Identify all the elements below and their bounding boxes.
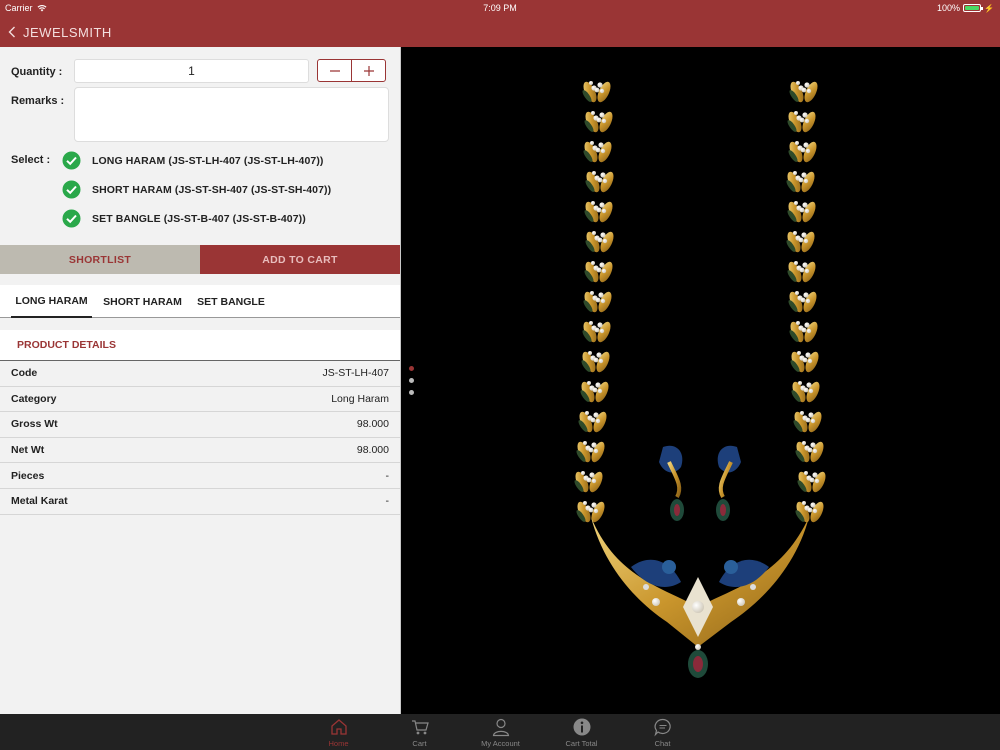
app-title[interactable]: JEWELSMITH	[23, 25, 112, 40]
tabbar-chat[interactable]: Chat	[622, 714, 703, 750]
back-chevron-icon[interactable]	[8, 26, 16, 38]
tabbar-my-account[interactable]: My Account	[460, 714, 541, 750]
detail-key: Net Wt	[11, 444, 45, 457]
option-set-bangle[interactable]: SET BANGLE (JS-ST-B-407 (JS-ST-B-407))	[62, 209, 306, 228]
cart-icon	[411, 720, 429, 735]
option-label: LONG HARAM (JS-ST-LH-407 (JS-ST-LH-407))	[92, 154, 324, 167]
home-icon	[330, 719, 347, 735]
detail-value: JS-ST-LH-407	[322, 367, 389, 380]
status-battery: 100% ⚡	[937, 3, 994, 13]
check-circle-icon[interactable]	[62, 151, 81, 170]
charging-icon: ⚡	[984, 3, 994, 13]
tab-set-bangle[interactable]: SET BANGLE	[195, 285, 267, 318]
detail-key: Category	[11, 392, 57, 405]
detail-key: Code	[11, 367, 38, 380]
right-strand	[784, 79, 829, 525]
detail-row-net-wt: Net Wt 98.000	[0, 438, 400, 464]
option-label: SET BANGLE (JS-ST-B-407 (JS-ST-B-407))	[92, 212, 306, 225]
remarks-textarea[interactable]	[74, 87, 389, 142]
tab-short-haram[interactable]: SHORT HARAM	[101, 285, 184, 318]
detail-value: Long Haram	[331, 392, 389, 405]
tabbar-label: Cart Total	[565, 739, 598, 748]
detail-value: 98.000	[356, 444, 389, 457]
plus-icon	[363, 65, 374, 76]
detail-key: Gross Wt	[11, 418, 58, 431]
product-details: PRODUCT DETAILS Code JS-ST-LH-407 Catego…	[0, 330, 400, 515]
product-options-panel: Quantity : 1 Remarks : Select : LONG HAR…	[0, 47, 400, 714]
detail-row-pieces: Pieces -	[0, 463, 400, 489]
remarks-label: Remarks :	[11, 95, 65, 107]
tab-long-haram[interactable]: LONG HARAM	[11, 285, 92, 318]
quantity-label: Quantity :	[11, 66, 63, 78]
check-circle-icon[interactable]	[62, 180, 81, 199]
nav-bar: JEWELSMITH	[0, 22, 112, 42]
tabbar-label: My Account	[481, 739, 520, 748]
option-short-haram[interactable]: SHORT HARAM (JS-ST-SH-407 (JS-ST-SH-407)…	[62, 180, 331, 199]
left-strand	[572, 79, 617, 525]
detail-value: 98.000	[356, 418, 389, 431]
detail-key: Metal Karat	[11, 495, 68, 508]
tabbar-cart-total[interactable]: Cart Total	[541, 714, 622, 750]
check-circle-icon[interactable]	[62, 209, 81, 228]
action-buttons: SHORTLIST ADD TO CART	[0, 245, 400, 274]
product-details-title: PRODUCT DETAILS	[0, 330, 400, 361]
earrings	[659, 445, 741, 521]
necklace-image	[572, 79, 829, 678]
tabbar-cart[interactable]: Cart	[379, 714, 460, 750]
increment-button[interactable]	[351, 60, 385, 81]
decrement-button[interactable]	[318, 60, 351, 81]
shortlist-button[interactable]: SHORTLIST	[0, 245, 200, 274]
select-label: Select :	[11, 154, 51, 166]
add-to-cart-button[interactable]: ADD TO CART	[200, 245, 400, 274]
option-label: SHORT HARAM (JS-ST-SH-407 (JS-ST-SH-407)…	[92, 183, 332, 196]
detail-row-code: Code JS-ST-LH-407	[0, 361, 400, 387]
chat-icon	[653, 718, 671, 737]
detail-row-category: Category Long Haram	[0, 387, 400, 413]
tabbar-label: Cart	[412, 739, 427, 748]
product-image-gallery[interactable]	[401, 47, 1000, 714]
battery-percent: 100%	[937, 3, 961, 13]
quantity-stepper	[317, 59, 386, 82]
tabbar-home[interactable]: Home	[298, 714, 379, 750]
detail-row-metal-karat: Metal Karat -	[0, 489, 400, 515]
status-time: 7:09 PM	[483, 3, 517, 13]
battery-icon	[963, 4, 984, 12]
detail-value: -	[385, 495, 390, 508]
user-icon	[492, 718, 509, 737]
detail-value: -	[385, 469, 390, 482]
detail-key: Pieces	[11, 469, 45, 482]
detail-row-gross-wt: Gross Wt 98.000	[0, 412, 400, 438]
option-long-haram[interactable]: LONG HARAM (JS-ST-LH-407 (JS-ST-LH-407))	[62, 151, 324, 170]
tabbar-label: Home	[328, 739, 349, 748]
minus-icon	[329, 69, 340, 72]
quantity-input[interactable]: 1	[74, 59, 309, 83]
app-header: Carrier 7:09 PM 100% ⚡ JEWELSMITH	[0, 0, 1000, 47]
bottom-tab-bar: Home Cart My Account Cart Total Chat	[0, 714, 1000, 750]
info-icon	[573, 718, 590, 736]
tabbar-label: Chat	[654, 739, 671, 748]
product-tabs: LONG HARAM SHORT HARAM SET BANGLE	[0, 285, 400, 318]
pendant	[591, 517, 809, 678]
